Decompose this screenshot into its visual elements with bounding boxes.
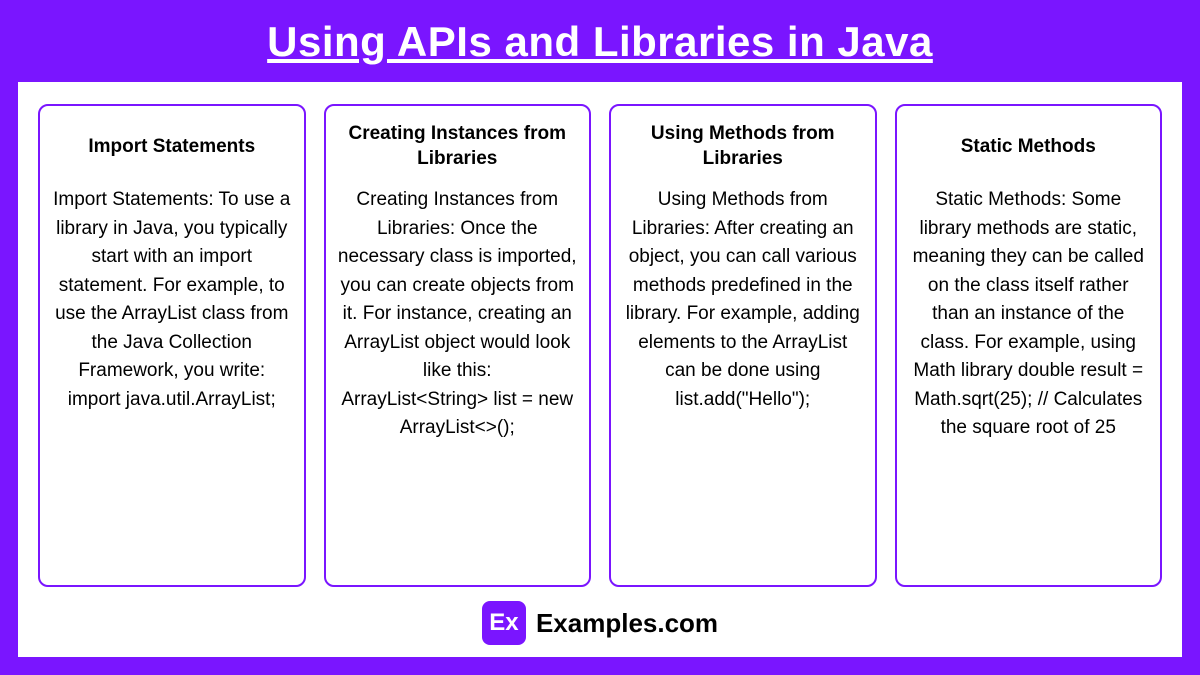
card-body: Creating Instances from Libraries: Once … (338, 186, 578, 443)
card-static-methods: Static Methods Static Methods: Some libr… (895, 104, 1163, 587)
card-body: Using Methods from Libraries: After crea… (623, 186, 863, 414)
content-panel: Import Statements Import Statements: To … (18, 82, 1182, 657)
card-using-methods: Using Methods from Libraries Using Metho… (609, 104, 877, 587)
card-title: Static Methods (909, 122, 1149, 172)
cards-row: Import Statements Import Statements: To … (38, 104, 1162, 587)
card-creating-instances: Creating Instances from Libraries Creati… (324, 104, 592, 587)
card-import-statements: Import Statements Import Statements: To … (38, 104, 306, 587)
footer: Ex Examples.com (38, 587, 1162, 645)
card-title: Using Methods from Libraries (623, 122, 863, 172)
card-title: Creating Instances from Libraries (338, 122, 578, 172)
card-title: Import Statements (52, 122, 292, 172)
card-body: Import Statements: To use a library in J… (52, 186, 292, 414)
footer-brand: Examples.com (536, 608, 718, 639)
card-body: Static Methods: Some library methods are… (909, 186, 1149, 443)
logo-icon: Ex (482, 601, 526, 645)
page-title: Using APIs and Libraries in Java (0, 0, 1200, 82)
document-frame: Using APIs and Libraries in Java Import … (0, 0, 1200, 675)
